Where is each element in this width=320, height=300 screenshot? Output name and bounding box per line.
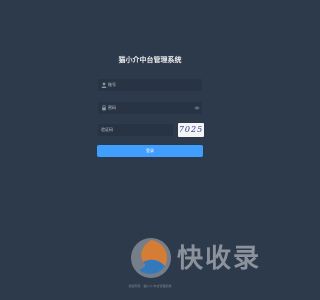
watermark-logo-icon: [131, 238, 171, 278]
captcha-code-field[interactable]: 验证码: [97, 123, 174, 137]
page-title: 猫小介中台管理系统: [118, 56, 182, 64]
username-field[interactable]: 账号: [97, 78, 203, 92]
lock-icon: [102, 105, 106, 111]
username-placeholder: 账号: [108, 82, 116, 87]
watermark: 快收录: [125, 230, 285, 286]
password-placeholder: 密码: [108, 105, 116, 110]
captcha-text: 7025: [178, 125, 204, 134]
footer-text: 版权所有 · 猫小介 中台管理系统: [128, 284, 172, 288]
user-icon: [101, 82, 107, 88]
watermark-text: 快收录: [177, 244, 262, 274]
code-placeholder: 验证码: [101, 127, 113, 132]
eye-icon[interactable]: [194, 105, 200, 111]
login-button[interactable]: 登录: [97, 145, 203, 157]
captcha-image[interactable]: 7025: [178, 123, 204, 137]
password-field[interactable]: 密码: [97, 101, 203, 115]
